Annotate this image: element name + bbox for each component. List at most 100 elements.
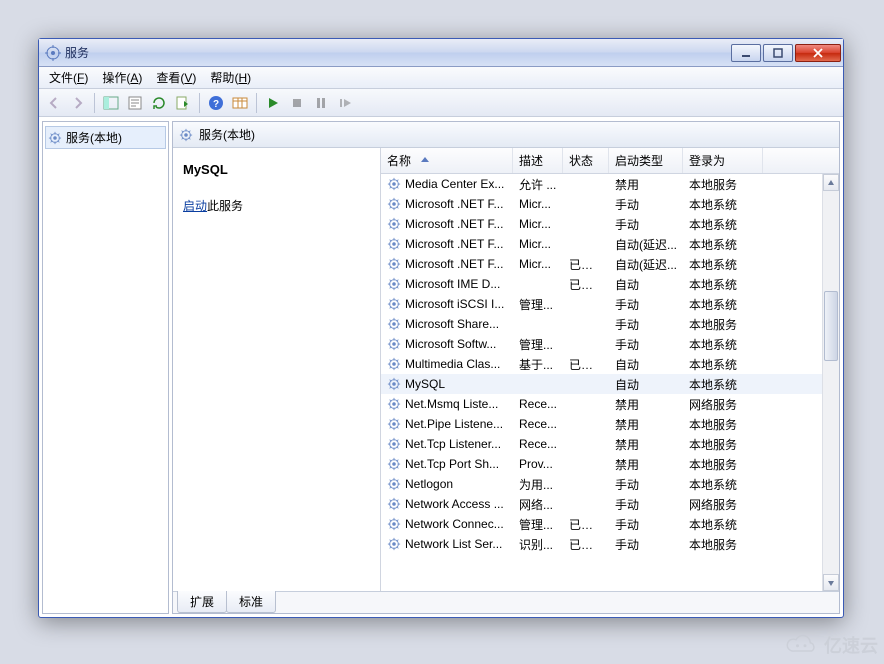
cell-desc: 管理... <box>513 516 563 533</box>
stop-service-button[interactable] <box>286 92 308 114</box>
close-button[interactable] <box>795 44 841 62</box>
cloud-icon <box>784 634 820 656</box>
gear-icon <box>387 237 401 251</box>
cell-desc: 管理... <box>513 296 563 313</box>
cell-name: Network List Ser... <box>381 537 513 551</box>
cell-login: 本地系统 <box>683 516 763 533</box>
cell-desc: Rece... <box>513 417 563 431</box>
help-button[interactable]: ? <box>205 92 227 114</box>
content-title: 服务(本地) <box>199 126 255 143</box>
select-columns-button[interactable] <box>229 92 251 114</box>
menu-view[interactable]: 查看(V) <box>150 67 202 88</box>
cell-startup: 手动 <box>609 536 683 553</box>
pause-service-button[interactable] <box>310 92 332 114</box>
start-service-link[interactable]: 启动 <box>183 199 207 213</box>
service-row[interactable]: MySQL自动本地系统 <box>381 374 839 394</box>
tree-panel: 服务(本地) <box>42 121 169 614</box>
service-row[interactable]: Microsoft IME D...已启动自动本地系统 <box>381 274 839 294</box>
nav-back-button[interactable] <box>43 92 65 114</box>
cell-name: Microsoft Share... <box>381 317 513 331</box>
cell-startup: 禁用 <box>609 456 683 473</box>
cell-name: MySQL <box>381 377 513 391</box>
service-row[interactable]: Microsoft .NET F...Micr...已启动自动(延迟...本地系… <box>381 254 839 274</box>
cell-login: 本地服务 <box>683 436 763 453</box>
service-row[interactable]: Multimedia Clas...基于...已启动自动本地系统 <box>381 354 839 374</box>
start-service-link-row: 启动此服务 <box>183 197 370 214</box>
cell-login: 本地系统 <box>683 276 763 293</box>
maximize-button[interactable] <box>763 44 793 62</box>
cell-desc: Prov... <box>513 457 563 471</box>
service-row[interactable]: Microsoft .NET F...Micr...手动本地系统 <box>381 194 839 214</box>
cell-name: Network Access ... <box>381 497 513 511</box>
vertical-scrollbar[interactable] <box>822 174 839 591</box>
col-login[interactable]: 登录为 <box>683 148 763 173</box>
scroll-down-button[interactable] <box>823 574 839 591</box>
show-hide-tree-button[interactable] <box>100 92 122 114</box>
cell-desc: 识别... <box>513 536 563 553</box>
service-row[interactable]: Network Access ...网络...手动网络服务 <box>381 494 839 514</box>
service-row[interactable]: Microsoft .NET F...Micr...手动本地系统 <box>381 214 839 234</box>
service-row[interactable]: Netlogon为用...手动本地系统 <box>381 474 839 494</box>
properties-button[interactable] <box>124 92 146 114</box>
svg-text:?: ? <box>213 99 219 110</box>
cell-desc: Micr... <box>513 257 563 271</box>
cell-startup: 自动(延迟... <box>609 236 683 253</box>
menu-help[interactable]: 帮助(H) <box>204 67 257 88</box>
menu-action[interactable]: 操作(A) <box>96 67 148 88</box>
cell-desc: 管理... <box>513 336 563 353</box>
cell-login: 网络服务 <box>683 396 763 413</box>
service-row[interactable]: Microsoft iSCSI I...管理...手动本地系统 <box>381 294 839 314</box>
service-row[interactable]: Net.Tcp Port Sh...Prov...禁用本地服务 <box>381 454 839 474</box>
gear-icon <box>387 477 401 491</box>
service-row[interactable]: Net.Pipe Listene...Rece...禁用本地服务 <box>381 414 839 434</box>
service-row[interactable]: Net.Msmq Liste...Rece...禁用网络服务 <box>381 394 839 414</box>
gear-icon <box>387 277 401 291</box>
service-row[interactable]: Network List Ser...识别...已启动手动本地服务 <box>381 534 839 554</box>
cell-desc: Micr... <box>513 237 563 251</box>
tab-extended[interactable]: 扩展 <box>177 591 227 613</box>
refresh-button[interactable] <box>148 92 170 114</box>
service-row[interactable]: Microsoft .NET F...Micr...自动(延迟...本地系统 <box>381 234 839 254</box>
tab-standard[interactable]: 标准 <box>226 591 276 613</box>
cell-startup: 手动 <box>609 336 683 353</box>
export-button[interactable] <box>172 92 194 114</box>
cell-startup: 手动 <box>609 216 683 233</box>
cell-desc: 为用... <box>513 476 563 493</box>
cell-startup: 手动 <box>609 196 683 213</box>
service-list: 名称 描述 状态 启动类型 登录为 Media Center Ex...允许 .… <box>381 148 839 591</box>
col-name[interactable]: 名称 <box>381 148 513 173</box>
cell-name: Microsoft IME D... <box>381 277 513 291</box>
gear-icon <box>387 497 401 511</box>
client-area: 服务(本地) 服务(本地) MySQL 启动此服务 <box>39 117 843 617</box>
scroll-thumb[interactable] <box>824 291 838 361</box>
cell-startup: 禁用 <box>609 416 683 433</box>
service-row[interactable]: Media Center Ex...允许 ...禁用本地服务 <box>381 174 839 194</box>
scroll-up-button[interactable] <box>823 174 839 191</box>
cell-status: 已启动 <box>563 516 609 533</box>
gear-icon <box>387 397 401 411</box>
cell-name: Net.Pipe Listene... <box>381 417 513 431</box>
restart-service-button[interactable] <box>334 92 356 114</box>
cell-startup: 禁用 <box>609 176 683 193</box>
nav-forward-button[interactable] <box>67 92 89 114</box>
list-body[interactable]: Media Center Ex...允许 ...禁用本地服务Microsoft … <box>381 174 839 591</box>
col-startup[interactable]: 启动类型 <box>609 148 683 173</box>
service-row[interactable]: Microsoft Share...手动本地服务 <box>381 314 839 334</box>
scroll-track[interactable] <box>823 191 839 574</box>
service-row[interactable]: Microsoft Softw...管理...手动本地系统 <box>381 334 839 354</box>
menubar: 文件(F) 操作(A) 查看(V) 帮助(H) <box>39 67 843 89</box>
col-status[interactable]: 状态 <box>563 148 609 173</box>
cell-desc: Micr... <box>513 217 563 231</box>
titlebar[interactable]: 服务 <box>39 39 843 67</box>
col-desc[interactable]: 描述 <box>513 148 563 173</box>
cell-startup: 手动 <box>609 296 683 313</box>
service-row[interactable]: Net.Tcp Listener...Rece...禁用本地服务 <box>381 434 839 454</box>
content-header: 服务(本地) <box>173 122 839 148</box>
menu-file[interactable]: 文件(F) <box>43 67 94 88</box>
tree-node-services-local[interactable]: 服务(本地) <box>45 126 166 149</box>
minimize-button[interactable] <box>731 44 761 62</box>
cell-login: 本地系统 <box>683 476 763 493</box>
start-service-button[interactable] <box>262 92 284 114</box>
service-row[interactable]: Network Connec...管理...已启动手动本地系统 <box>381 514 839 534</box>
gear-icon <box>387 537 401 551</box>
